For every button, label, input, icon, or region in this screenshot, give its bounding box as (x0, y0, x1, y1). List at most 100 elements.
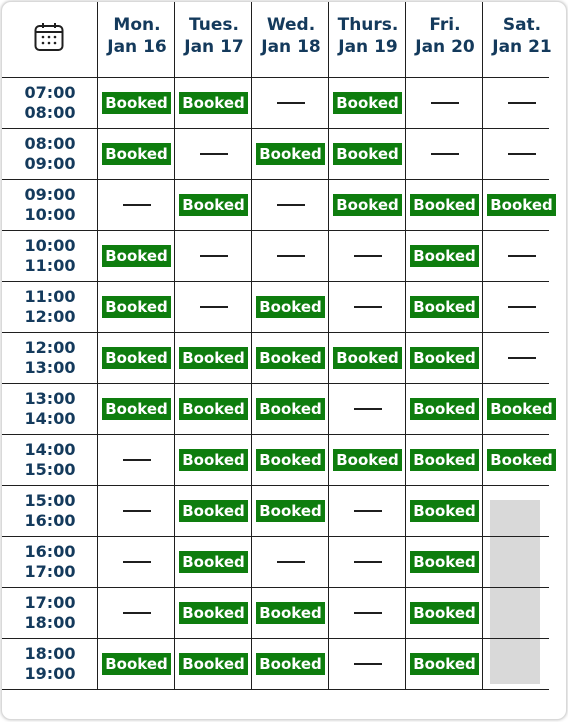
calendar-icon (34, 22, 64, 56)
available-dash (507, 306, 536, 308)
booked-badge: Booked (179, 653, 248, 675)
booked-badge: Booked (333, 92, 402, 114)
slot-start-time: 14:00 (24, 440, 76, 459)
slot-cell[interactable] (98, 180, 175, 230)
slot-cell[interactable] (252, 78, 329, 128)
slot-cell: Booked (483, 384, 560, 434)
slot-cell[interactable] (98, 588, 175, 638)
booked-badge: Booked (410, 653, 479, 675)
available-dash (276, 255, 305, 257)
available-dash (122, 612, 151, 614)
slot-cell[interactable] (406, 78, 483, 128)
slot-cell[interactable] (329, 282, 406, 332)
day-header: Fri. Jan 20 (406, 14, 484, 58)
slot-end-time: 09:00 (24, 154, 76, 173)
available-dash (276, 561, 305, 563)
slot-cell[interactable] (483, 333, 560, 383)
slot-cell: Booked (175, 333, 252, 383)
slot-cell: Booked (329, 435, 406, 485)
slot-cell[interactable] (98, 486, 175, 536)
slot-cell[interactable] (98, 537, 175, 587)
available-dash (507, 102, 536, 104)
booked-badge: Booked (487, 194, 556, 216)
slot-cell: Booked (406, 588, 483, 638)
booked-badge: Booked (179, 347, 248, 369)
available-dash (430, 102, 459, 104)
slot-cell: Booked (98, 129, 175, 179)
slot-cell: Booked (406, 333, 483, 383)
available-dash (353, 612, 382, 614)
time-slot-label: 18:00 19:00 (2, 644, 98, 684)
booked-badge: Booked (333, 347, 402, 369)
slot-cell: Booked (329, 129, 406, 179)
slot-cell: Booked (329, 180, 406, 230)
slot-cell: Booked (175, 435, 252, 485)
slot-cell[interactable] (329, 639, 406, 689)
slot-end-time: 12:00 (24, 307, 76, 326)
available-dash (199, 306, 228, 308)
slot-cell[interactable] (406, 129, 483, 179)
available-dash (353, 306, 382, 308)
slot-cell[interactable] (252, 537, 329, 587)
booked-badge: Booked (102, 653, 171, 675)
available-dash (353, 561, 382, 563)
available-dash (353, 408, 382, 410)
slot-cell: Booked (175, 639, 252, 689)
slot-cell[interactable] (252, 231, 329, 281)
available-dash (276, 204, 305, 206)
available-dash (353, 663, 382, 665)
booked-badge: Booked (102, 347, 171, 369)
slot-cell[interactable] (175, 282, 252, 332)
booked-badge: Booked (102, 398, 171, 420)
grid-line-horizontal (2, 689, 549, 690)
slot-end-time: 18:00 (24, 613, 76, 632)
booked-badge: Booked (333, 449, 402, 471)
slot-end-time: 10:00 (24, 205, 76, 224)
slot-cell: Booked (406, 435, 483, 485)
slot-end-time: 17:00 (24, 562, 76, 581)
slot-end-time: 08:00 (24, 103, 76, 122)
slot-cell[interactable] (329, 537, 406, 587)
booked-badge: Booked (410, 551, 479, 573)
slot-cell[interactable] (483, 282, 560, 332)
slot-start-time: 12:00 (24, 338, 76, 357)
slot-cell[interactable] (329, 486, 406, 536)
booked-badge: Booked (410, 296, 479, 318)
available-dash (122, 510, 151, 512)
slot-cell: Booked (252, 588, 329, 638)
booked-badge: Booked (102, 296, 171, 318)
slot-cell[interactable] (329, 231, 406, 281)
slot-cell: Booked (175, 180, 252, 230)
available-dash (276, 102, 305, 104)
day-header: Sat. Jan 21 (483, 14, 561, 58)
slot-cell[interactable] (98, 435, 175, 485)
slot-cell[interactable] (329, 588, 406, 638)
slot-cell[interactable] (483, 231, 560, 281)
slot-cell: Booked (252, 435, 329, 485)
time-slot-label: 07:00 08:00 (2, 83, 98, 123)
booked-badge: Booked (256, 500, 325, 522)
day-of-week: Mon. (113, 15, 161, 35)
booked-badge: Booked (179, 500, 248, 522)
slot-cell: Booked (252, 129, 329, 179)
booked-badge: Booked (410, 194, 479, 216)
time-slot-label: 11:00 12:00 (2, 287, 98, 327)
slot-cell: Booked (252, 639, 329, 689)
slot-end-time: 13:00 (24, 358, 76, 377)
slot-start-time: 09:00 (24, 185, 76, 204)
slot-cell: Booked (175, 486, 252, 536)
slot-cell: Booked (406, 537, 483, 587)
booked-badge: Booked (102, 92, 171, 114)
slot-cell[interactable] (329, 384, 406, 434)
day-header: Thurs. Jan 19 (329, 14, 407, 58)
slot-cell[interactable] (252, 180, 329, 230)
available-dash (353, 510, 382, 512)
day-header: Wed. Jan 18 (252, 14, 330, 58)
slot-cell[interactable] (483, 78, 560, 128)
slot-cell[interactable] (175, 231, 252, 281)
slot-cell[interactable] (483, 129, 560, 179)
available-dash (122, 459, 151, 461)
slot-cell: Booked (175, 384, 252, 434)
slot-cell[interactable] (175, 129, 252, 179)
slot-cell: Booked (483, 180, 560, 230)
